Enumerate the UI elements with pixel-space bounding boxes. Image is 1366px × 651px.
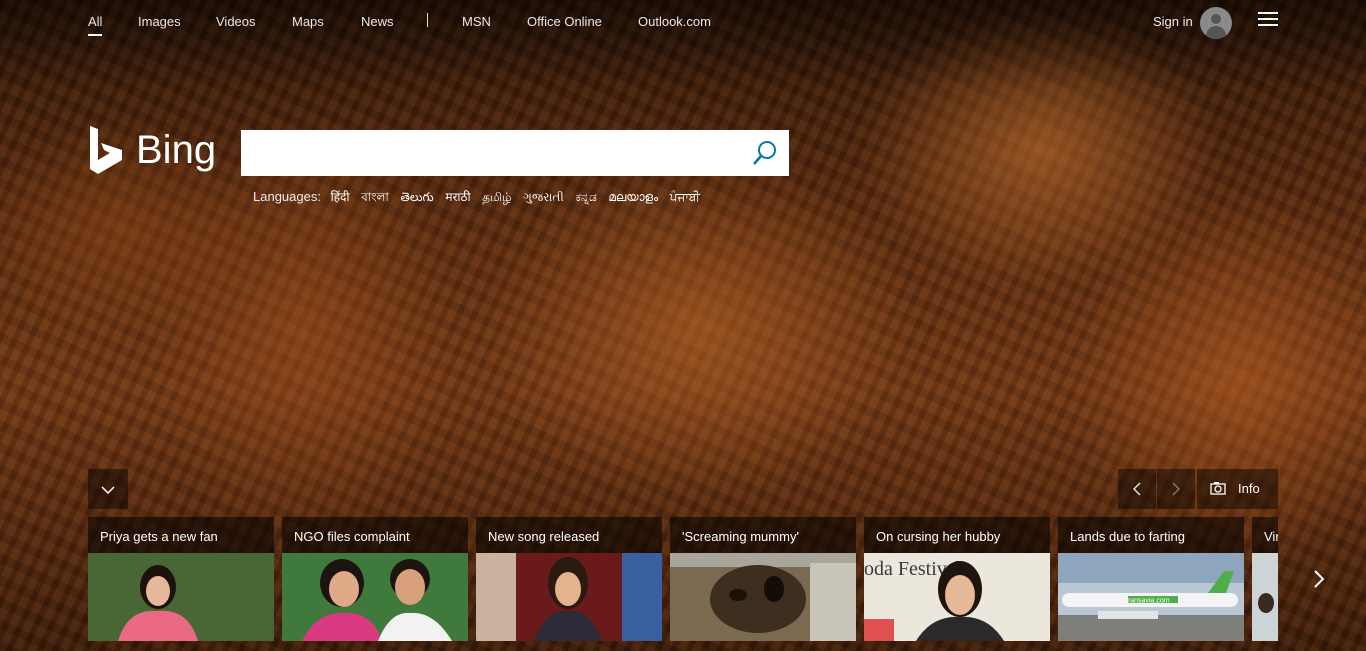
news-card-image — [1252, 553, 1278, 641]
aircraft-livery-text: transavia.com — [1126, 598, 1170, 605]
nav-msn[interactable]: MSN — [462, 14, 491, 29]
sign-in-link[interactable]: Sign in — [1153, 14, 1193, 29]
search-button[interactable] — [751, 139, 779, 167]
news-card-image — [282, 553, 468, 641]
news-card-title: NGO files complaint — [282, 517, 468, 553]
next-image-button[interactable] — [1157, 469, 1195, 509]
camera-icon — [1210, 482, 1226, 495]
lang-tamil[interactable]: தமிழ் — [482, 190, 511, 204]
lang-hindi[interactable]: हिंदी — [331, 190, 350, 204]
bing-b-icon — [90, 126, 122, 174]
nav-all[interactable]: All — [88, 14, 103, 36]
info-label: Info — [1238, 481, 1260, 496]
collapse-news-button[interactable] — [88, 469, 128, 509]
image-info-button[interactable]: Info — [1197, 469, 1278, 509]
lang-malayalam[interactable]: മലയാളം — [608, 190, 658, 204]
news-card[interactable]: NGO files complaint — [282, 517, 468, 641]
top-nav: All Images Videos Maps News MSN Office O… — [0, 0, 1366, 44]
news-card-title: New song released — [476, 517, 662, 553]
news-card[interactable]: Lands due to farting transavia.com — [1058, 517, 1244, 641]
lang-bangla[interactable]: বাংলা — [361, 190, 389, 204]
languages-label: Languages: — [253, 189, 321, 204]
lang-telugu[interactable]: తెలుగు — [401, 190, 434, 204]
hamburger-menu-icon[interactable] — [1258, 12, 1278, 28]
nav-maps[interactable]: Maps — [292, 14, 324, 29]
nav-images[interactable]: Images — [138, 14, 181, 29]
lang-punjabi[interactable]: ਪੰਜਾਬੀ — [670, 190, 700, 204]
news-card-image: transavia.com — [1058, 553, 1244, 641]
search-box — [241, 130, 789, 176]
news-card-title: Lands due to farting — [1058, 517, 1244, 553]
lang-marathi[interactable]: मराठी — [445, 190, 470, 204]
lang-kannada[interactable]: ಕನ್ನಡ — [575, 190, 596, 204]
nav-videos[interactable]: Videos — [216, 14, 256, 29]
news-card[interactable]: New song released — [476, 517, 662, 641]
nav-office-online[interactable]: Office Online — [527, 14, 602, 29]
user-avatar-icon[interactable] — [1200, 7, 1232, 39]
news-card-image — [88, 553, 274, 641]
news-next-button[interactable] — [1305, 549, 1335, 609]
languages-bar: Languages: हिंदी বাংলা తెలుగు मराठी தமிழ… — [253, 188, 708, 209]
news-card-title: Vir — [1252, 517, 1278, 553]
chevron-right-icon — [1314, 570, 1325, 588]
news-card[interactable]: Vir — [1252, 517, 1278, 641]
news-card-image — [670, 553, 856, 641]
news-carousel: Priya gets a new fan NGO files complaint — [88, 517, 1278, 651]
nav-divider — [427, 13, 428, 27]
chevron-left-icon — [1132, 482, 1141, 496]
nav-outlook[interactable]: Outlook.com — [638, 14, 711, 29]
bing-logo[interactable]: Bing — [88, 124, 218, 176]
search-input[interactable] — [241, 130, 741, 176]
chevron-down-icon — [101, 486, 115, 495]
search-icon — [753, 141, 776, 165]
chevron-right-icon — [1172, 482, 1181, 496]
lang-gujarati[interactable]: ગુજરાતી — [523, 190, 564, 204]
news-card-image — [476, 553, 662, 641]
news-card[interactable]: Priya gets a new fan — [88, 517, 274, 641]
news-card[interactable]: 'Screaming mummy' — [670, 517, 856, 641]
news-card-image: oda Festival — [864, 553, 1050, 641]
previous-image-button[interactable] — [1118, 469, 1156, 509]
news-card-title: On cursing her hubby — [864, 517, 1050, 553]
news-card[interactable]: On cursing her hubby oda Festival — [864, 517, 1050, 641]
logo-text: Bing — [136, 128, 217, 172]
news-card-title: Priya gets a new fan — [88, 517, 274, 553]
nav-news[interactable]: News — [361, 14, 394, 29]
news-card-title: 'Screaming mummy' — [670, 517, 856, 553]
